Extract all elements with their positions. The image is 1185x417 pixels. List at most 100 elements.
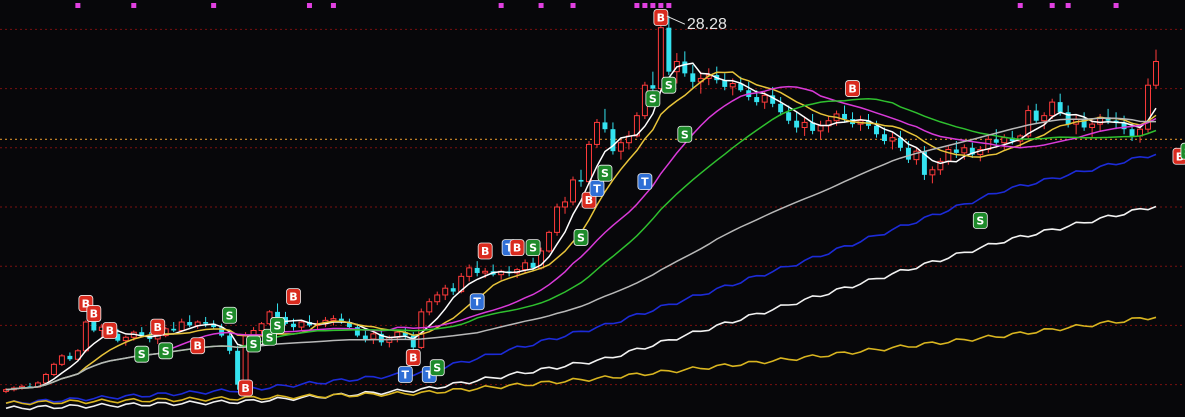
buy-signal-badge: B [477, 242, 493, 260]
ma-line-ma120 [5, 153, 1157, 405]
candle-body-down [227, 335, 233, 351]
candle-body-down [778, 103, 784, 113]
candle-body-down [91, 322, 97, 331]
badge-letter: B [481, 245, 489, 258]
candle-body-up [426, 301, 433, 313]
candle-body-down [354, 327, 360, 336]
candle-body-down [666, 27, 672, 72]
badge-letter: B [193, 340, 201, 353]
candle-body-down [530, 262, 536, 268]
candle-body-up [370, 333, 377, 340]
sell-signal-badge: S [270, 317, 285, 334]
candle-body-up [801, 121, 808, 128]
candle-body-up [82, 321, 89, 352]
candle-body-down [881, 134, 887, 142]
ma-line-ma60 [5, 117, 1156, 391]
sell-signal-badge: S [661, 76, 677, 94]
event-marker [1113, 3, 1119, 8]
sell-signal-badge: S [573, 229, 589, 246]
event-marker [498, 3, 504, 8]
buy-signal-badge: B [102, 322, 118, 339]
candle-body-up [554, 206, 561, 233]
badge-letter: B [106, 324, 114, 337]
badge-letter: S [433, 362, 441, 375]
candlestick-chart-svg: BBBSBSBSBSSSBBTTSTBTBSSBTSTSBSSBSBSB 28.… [0, 3, 1185, 411]
t-signal-badge: T [637, 173, 653, 191]
candle-body-up [122, 336, 129, 342]
badge-letter: B [848, 83, 856, 96]
badge-letter: S [274, 319, 282, 332]
badge-letter: B [657, 12, 665, 25]
candle-body-up [330, 318, 337, 321]
t-signal-badge: T [589, 179, 605, 197]
sell-signal-badge: S [158, 342, 174, 360]
candle-body-down [953, 149, 959, 153]
candle-body-up [522, 262, 529, 271]
event-marker [538, 3, 544, 8]
candle-body-up [50, 363, 57, 375]
buy-signal-badge: B [190, 337, 206, 355]
t-signal-badge: T [469, 293, 485, 311]
candle-body-up [1089, 123, 1096, 128]
badge-letter: B [513, 242, 521, 255]
candle-body-up [1153, 61, 1159, 86]
candle-body-up [546, 231, 553, 252]
candle-body-up [434, 294, 441, 303]
t-signal-badge: T [397, 366, 413, 383]
badge-letter: S [681, 128, 689, 141]
sell-signal-badge: S [645, 90, 661, 108]
candle-body-down [203, 322, 209, 324]
candle-body-down [362, 335, 368, 339]
candle-body-down [1057, 102, 1063, 113]
candle-body-down [650, 85, 656, 89]
badge-letter: S [649, 93, 657, 106]
badge-letter: S [577, 231, 585, 244]
candle-body-up [817, 125, 824, 132]
candle-body-up [466, 267, 473, 277]
badge-letter: B [241, 382, 249, 395]
badge-letter: S [162, 345, 170, 358]
candle-body-down [794, 120, 800, 128]
buy-signal-badge: B [150, 318, 166, 336]
event-marker [131, 3, 137, 8]
candle-body-up [1001, 137, 1008, 144]
candle-body-up [961, 147, 968, 154]
candle-body-down [842, 113, 848, 120]
candle-body-down [602, 122, 608, 130]
sell-signal-badge: S [246, 335, 261, 353]
event-marker [658, 3, 664, 8]
badge-letter: B [90, 308, 98, 321]
candle-body-up [58, 355, 65, 365]
candle-body-up [570, 179, 576, 203]
candle-body-down [67, 355, 73, 360]
candle-body-down [171, 328, 177, 331]
buy-signal-badge: B [509, 239, 525, 257]
badge-letter: S [529, 242, 537, 255]
event-marker [1049, 3, 1055, 8]
candle-body-down [682, 61, 688, 74]
candle-body-down [786, 112, 792, 121]
badge-letter: T [473, 296, 481, 309]
candle-body-up [1041, 115, 1048, 122]
event-marker [1017, 3, 1023, 8]
sell-signal-badge: S [429, 359, 445, 377]
sell-signal-badge: S [1180, 142, 1185, 160]
peak-leader-line [666, 15, 686, 25]
candle-body-down [690, 73, 696, 82]
buy-signal-badge: B [405, 349, 421, 366]
candle-body-up [617, 142, 624, 152]
badge-letter: S [250, 338, 258, 351]
buy-signal-badge: B [286, 288, 301, 306]
badge-letter: T [641, 176, 649, 189]
event-marker [75, 3, 81, 8]
candle-body-up [593, 121, 600, 145]
candle-body-down [754, 97, 760, 103]
badge-letter: B [289, 291, 297, 304]
candle-body-up [482, 270, 489, 274]
badge-letter: B [409, 352, 417, 365]
event-marker [634, 3, 640, 8]
stock-chart: BBBSBSBSBSSSBBTTSTBTBSSBTSTSBSSBSBSB 28.… [0, 0, 1185, 417]
badge-letter: S [665, 79, 673, 92]
candle-body-down [235, 350, 241, 385]
candle-body-down [993, 139, 999, 143]
